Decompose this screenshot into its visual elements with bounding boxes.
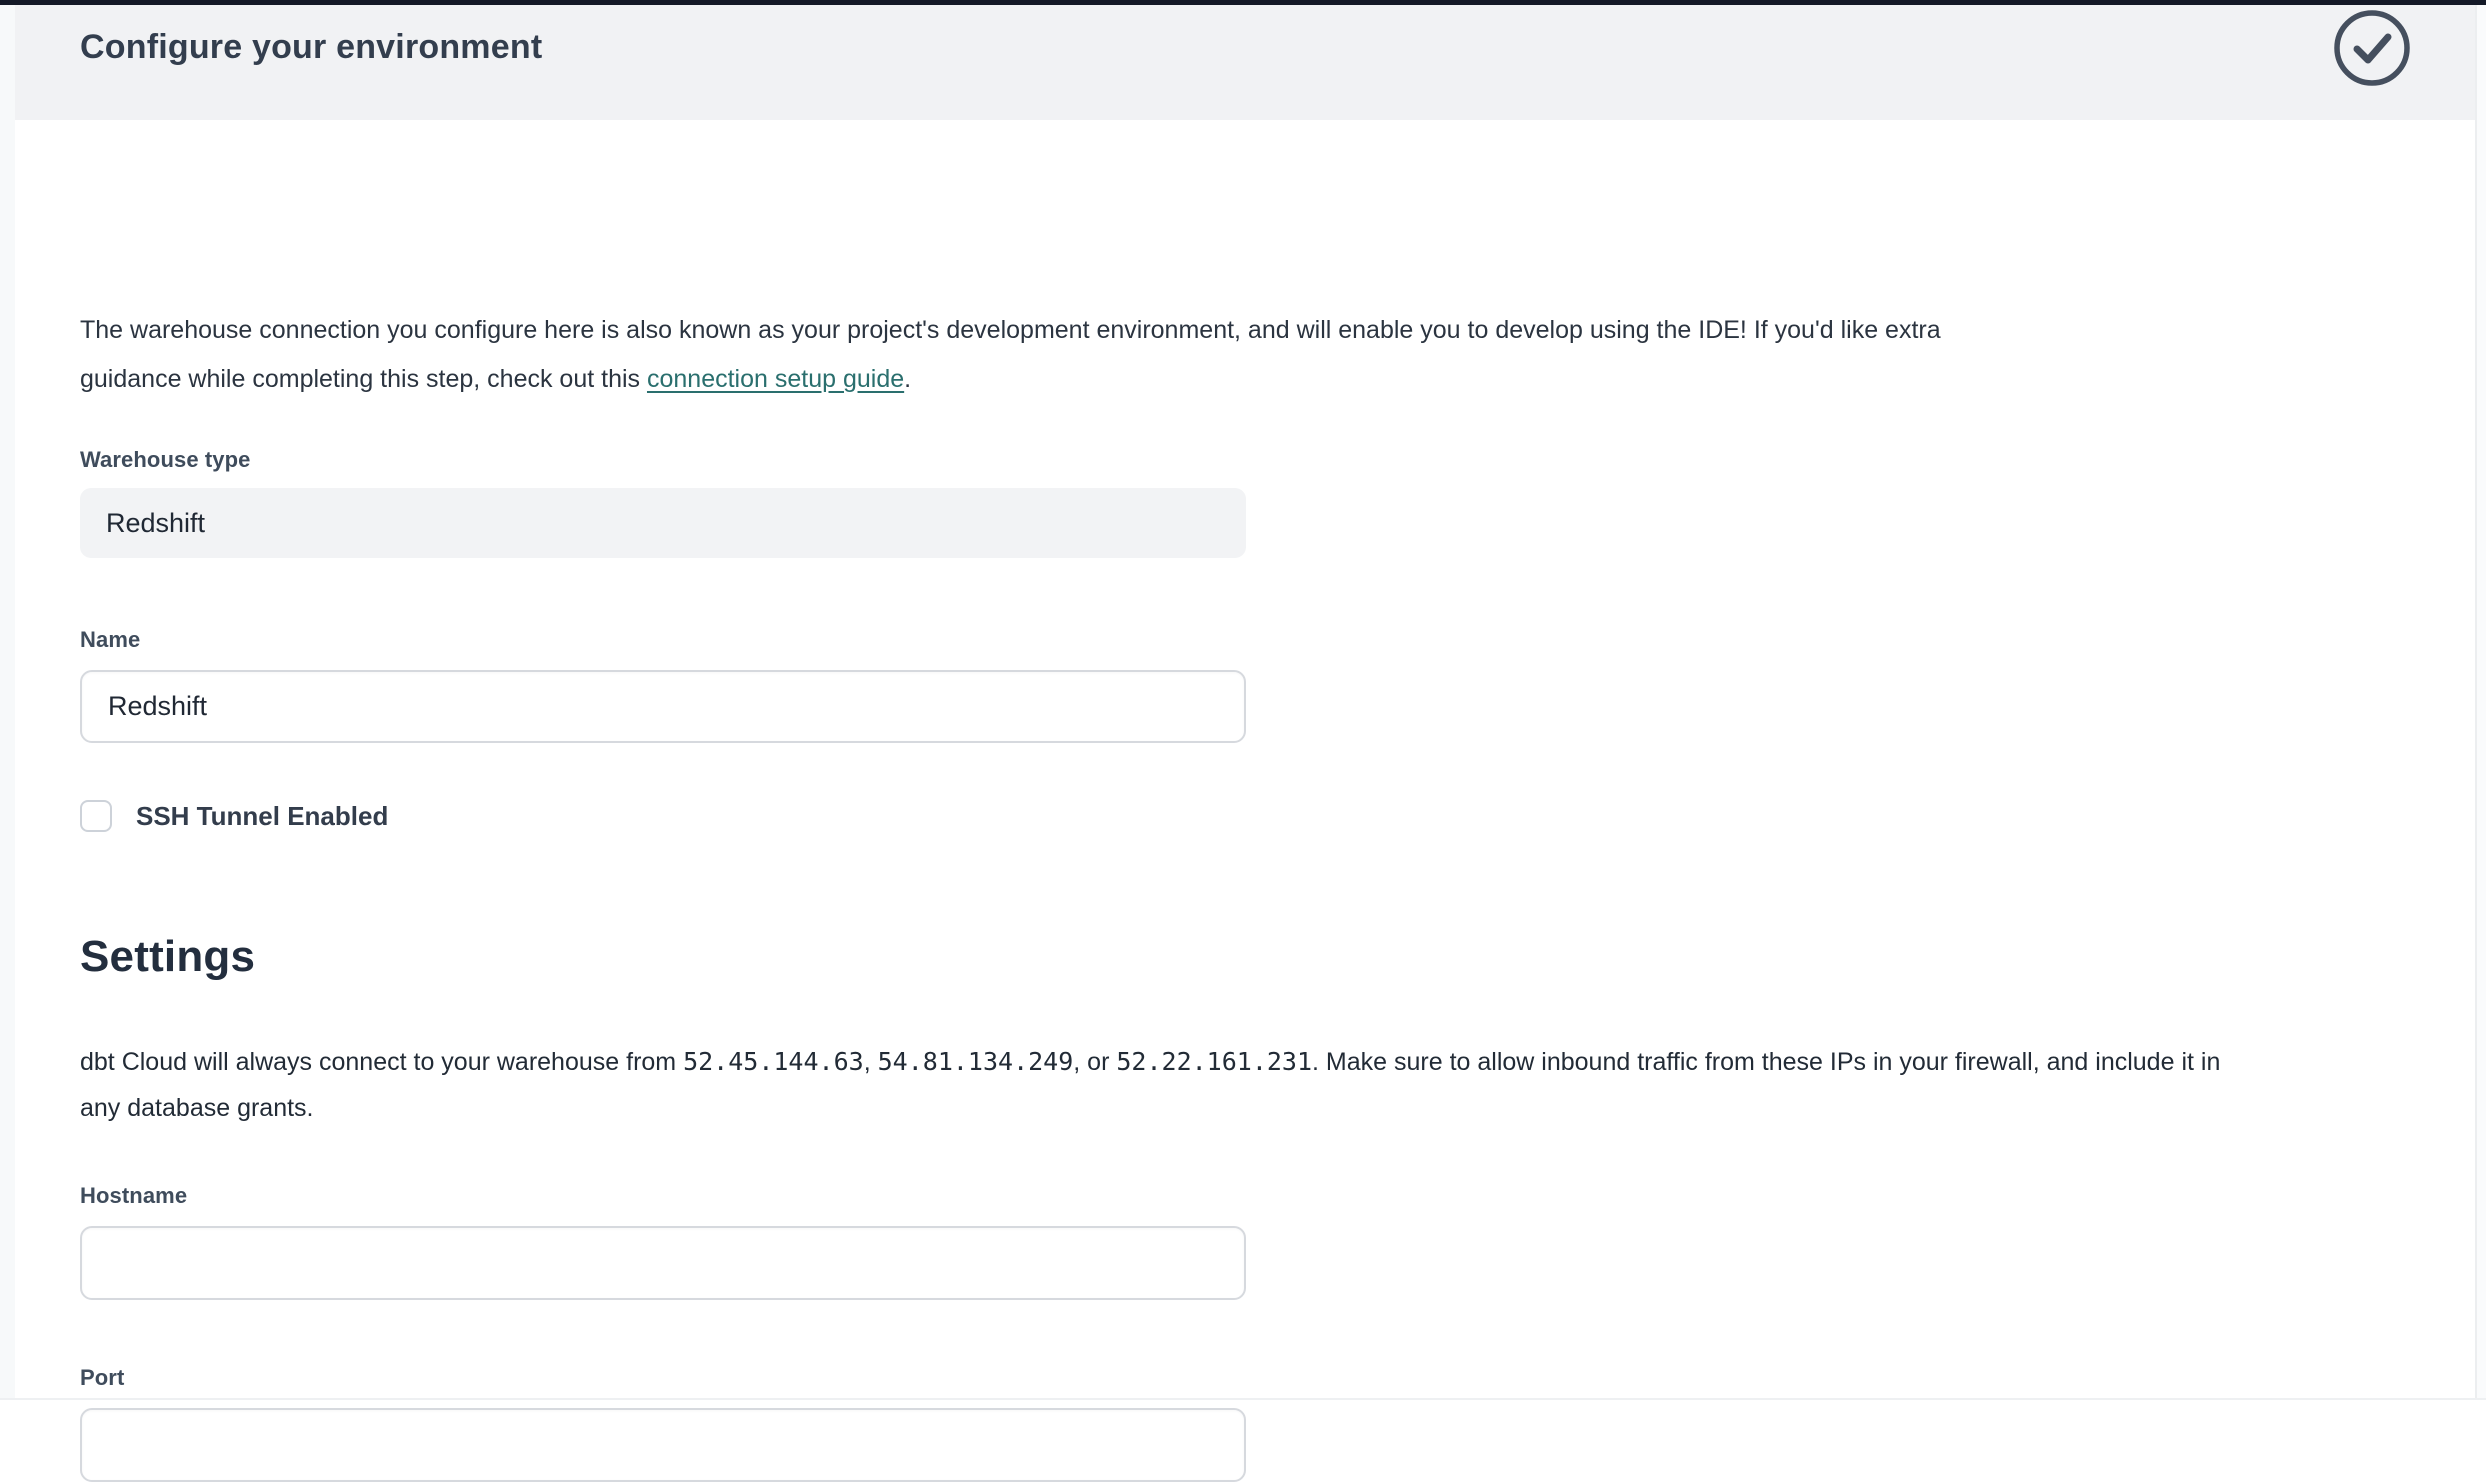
name-input[interactable] — [108, 691, 1218, 722]
settings-line2: any database grants. — [80, 1085, 2420, 1131]
warehouse-type-field[interactable]: Redshift — [80, 488, 1246, 558]
ip-separator-2: , or — [1073, 1048, 1116, 1076]
left-gutter — [0, 5, 15, 1400]
ssh-tunnel-checkbox[interactable] — [80, 800, 112, 832]
port-input[interactable] — [108, 1430, 1218, 1461]
settings-paragraph: dbt Cloud will always connect to your wa… — [80, 1039, 2420, 1131]
hostname-label: Hostname — [80, 1183, 187, 1209]
port-field-wrapper — [80, 1408, 1246, 1482]
warehouse-type-value: Redshift — [106, 508, 205, 539]
warehouse-type-label: Warehouse type — [80, 447, 251, 473]
ip-address-3: 52.22.161.231 — [1116, 1047, 1312, 1076]
name-field-wrapper — [80, 670, 1246, 743]
scrollbar-track[interactable] — [2475, 5, 2486, 1400]
intro-paragraph: The warehouse connection you configure h… — [80, 306, 2410, 404]
settings-heading: Settings — [80, 932, 255, 982]
port-label: Port — [80, 1365, 124, 1391]
intro-line2-period: . — [904, 365, 911, 393]
intro-line1: The warehouse connection you configure h… — [80, 306, 2410, 355]
intro-line2-text: guidance while completing this step, che… — [80, 365, 647, 393]
check-circle-icon — [2332, 8, 2412, 88]
hostname-field-wrapper — [80, 1226, 1246, 1300]
connection-setup-guide-link[interactable]: connection setup guide — [647, 365, 904, 393]
settings-text-before-ips: dbt Cloud will always connect to your wa… — [80, 1048, 683, 1076]
hostname-input[interactable] — [108, 1248, 1218, 1279]
settings-text-after-ips: . Make sure to allow inbound traffic fro… — [1312, 1048, 2220, 1076]
page-title: Configure your environment — [80, 28, 542, 67]
ssh-tunnel-row: SSH Tunnel Enabled — [80, 800, 388, 832]
intro-line2: guidance while completing this step, che… — [80, 355, 2410, 404]
ip-address-2: 54.81.134.249 — [878, 1047, 1074, 1076]
settings-line1: dbt Cloud will always connect to your wa… — [80, 1039, 2420, 1085]
ssh-tunnel-label: SSH Tunnel Enabled — [136, 801, 388, 832]
ip-address-1: 52.45.144.63 — [683, 1047, 864, 1076]
ip-separator-1: , — [864, 1048, 878, 1076]
name-label: Name — [80, 627, 140, 653]
